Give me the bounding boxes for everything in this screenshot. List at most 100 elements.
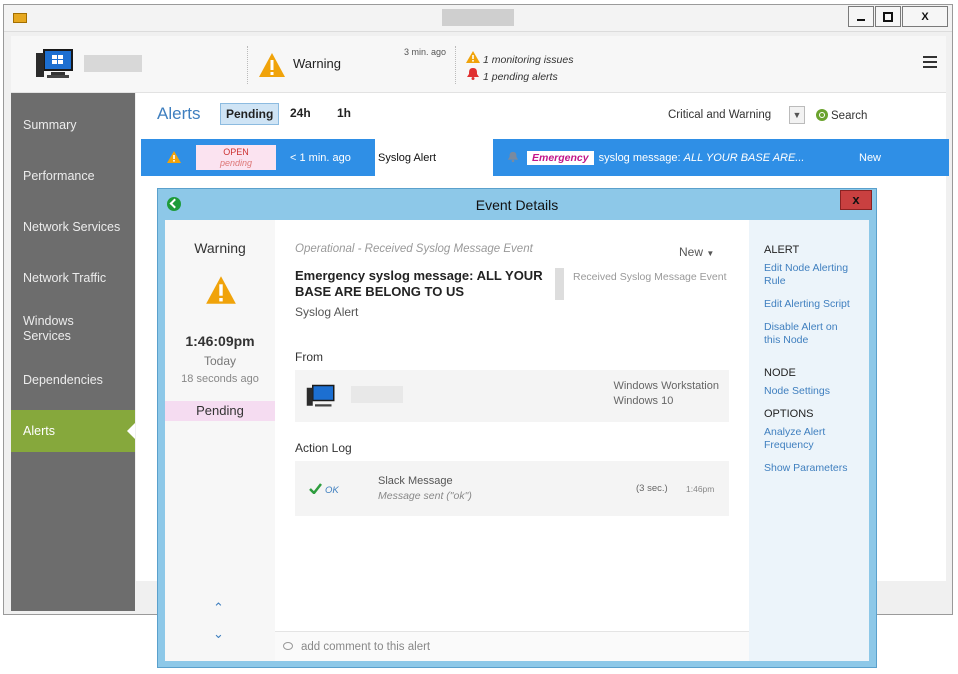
status-time-ago: 3 min. ago [404,47,447,57]
sidebar-item-label: Alerts [23,423,55,438]
event-day: Today [203,354,237,368]
action-log-heading: Action Log [295,441,352,455]
tab-24h[interactable]: 24h [285,103,316,125]
analyze-alert-frequency-link[interactable]: Analyze Alert Frequency [764,426,836,452]
sidebar-item-performance[interactable]: Performance [11,155,135,197]
windows-computer-icon [36,49,73,78]
chevron-down-icon[interactable]: ▼ [789,106,805,124]
search-label: Search [831,110,868,122]
edit-node-alerting-rule-link[interactable]: Edit Node Alerting Rule [764,262,864,288]
tab-pending[interactable]: Pending [220,103,280,125]
bell-icon [467,68,479,80]
dialog-title: Event Details [475,197,559,213]
pending-alerts-text: 1 pending alerts [483,71,558,83]
chevron-down-icon[interactable]: ⌄ [213,626,224,642]
pending-alerts-link[interactable]: 1 pending alerts [466,68,558,83]
node-info: Windows Workstation Windows 10 [613,380,719,407]
actions-column: ALERT Edit Node Alerting Rule Edit Alert… [749,220,869,661]
alert-state: New [859,151,882,164]
edit-alerting-script-link[interactable]: Edit Alerting Script [764,298,864,311]
menu-hamburger-icon[interactable] [923,56,937,70]
node-name-redacted [351,386,403,403]
sidebar-item-label: Performance [23,168,95,183]
from-heading: From [295,350,323,364]
event-time: 1:46:09pm [185,333,255,349]
node-section-heading: NODE [764,367,796,379]
search-button[interactable]: Search [816,109,867,122]
sidebar-item-windows-services[interactable]: Windows Services [11,308,111,350]
alert-message-text: ALL YOUR BASE ARE... [683,151,805,164]
action-detail: Message sent ("ok") [378,490,472,502]
comment-input[interactable]: add comment to this alert [275,631,749,661]
action-time: 1:46pm [686,484,715,494]
action-duration: (3 sec.) [636,483,668,494]
event-alert-name: Syslog Alert [295,305,359,319]
status-badge: OPEN pending [196,145,276,170]
node-type: Windows Workstation [613,380,719,392]
close-icon: x [852,192,860,207]
close-icon: X [921,10,929,23]
sidebar: Summary Performance Network Services Net… [11,93,135,611]
alert-time: < 1 min. ago [290,151,351,164]
disable-alert-link[interactable]: Disable Alert on this Node [764,321,846,347]
sidebar-item-label: Summary [23,117,77,132]
sidebar-item-network-traffic[interactable]: Network Traffic [11,257,135,299]
action-name: Slack Message [378,475,453,487]
status-badge-bottom: pending [219,158,253,168]
event-state-badge: Pending [165,401,275,421]
comment-placeholder: add comment to this alert [301,641,431,653]
node-os: Windows 10 [613,395,674,407]
event-headline: Emergency syslog message: ALL YOUR BASE … [295,268,543,299]
sidebar-item-label: Network Services [23,219,121,234]
sidebar-item-summary[interactable]: Summary [11,104,135,146]
severity-badge: Emergency [527,150,594,165]
alert-row[interactable]: OPEN pending < 1 min. ago Syslog Alert E… [141,139,949,176]
sidebar-item-network-services[interactable]: Network Services [11,206,135,248]
event-elapsed: 18 seconds ago [181,373,259,385]
maximize-icon [883,11,893,22]
app-icon [13,13,27,23]
severity-filter-select[interactable]: Critical and Warning [668,109,771,121]
minimize-button[interactable] [848,6,874,27]
bell-icon [507,151,519,163]
event-type-label: Received Syslog Message Event [573,271,727,283]
title-bar[interactable]: X [4,5,952,32]
warning-icon [206,276,236,304]
options-section-heading: OPTIONS [764,408,814,420]
warning-small-icon [466,51,480,63]
dialog-close-button[interactable]: x [840,190,872,210]
status-label: Warning [293,56,341,71]
minimize-icon [857,18,865,21]
checkmark-icon [309,483,322,494]
speech-bubble-icon [283,642,293,650]
dialog-body: Warning 1:46:09pm Today 18 seconds ago P… [165,220,869,661]
alert-section-heading: ALERT [764,244,800,256]
sidebar-item-alerts[interactable]: Alerts [11,410,135,452]
alert-name: Syslog Alert [375,139,493,176]
maximize-button[interactable] [875,6,901,27]
window-title-redacted [442,9,514,26]
chevron-up-icon[interactable]: ⌃ [213,600,224,616]
close-button[interactable]: X [902,6,948,27]
node-name-redacted [84,55,142,72]
sidebar-item-dependencies[interactable]: Dependencies [11,359,135,401]
state-dropdown-value: New [679,245,704,259]
node-settings-link[interactable]: Node Settings [764,385,864,398]
warning-icon [167,151,181,163]
action-status: OK [325,485,339,496]
alert-message: Emergency syslog message: ALL YOUR BASE … [527,139,804,176]
source-node-card[interactable]: Windows Workstation Windows 10 [295,370,729,422]
state-dropdown[interactable]: New ▼ [679,245,714,259]
tab-1h[interactable]: 1h [332,103,356,125]
side-label-bar [555,268,564,300]
status-badge-top: OPEN [223,147,249,157]
monitoring-issues-link[interactable]: 1 monitoring issues [466,51,573,66]
event-detail-column: Operational - Received Syslog Message Ev… [275,220,749,661]
show-parameters-link[interactable]: Show Parameters [764,462,864,475]
chevron-down-icon: ▼ [706,249,715,258]
node-header: Warning 3 min. ago 1 monitoring issues 1… [11,36,946,93]
header-divider [247,46,248,84]
search-icon [816,109,828,121]
action-log-entry: OK Slack Message Message sent ("ok") (3 … [295,461,729,516]
event-summary-column: Warning 1:46:09pm Today 18 seconds ago P… [165,220,275,661]
